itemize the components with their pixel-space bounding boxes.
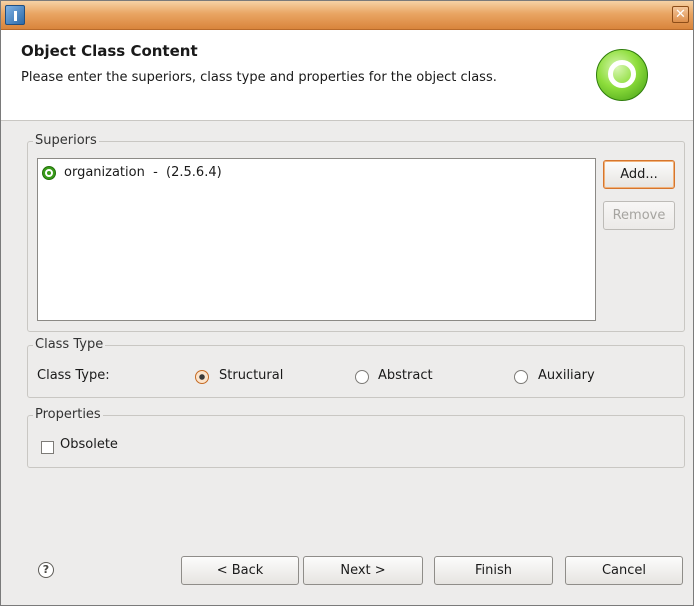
structural-label[interactable]: Structural xyxy=(219,368,283,383)
finish-button[interactable]: Finish xyxy=(434,556,553,585)
next-button[interactable]: Next > xyxy=(303,556,423,585)
help-icon[interactable]: ? xyxy=(38,562,54,578)
page-description: Please enter the superiors, class type a… xyxy=(21,70,497,85)
back-button[interactable]: < Back xyxy=(181,556,299,585)
app-icon xyxy=(5,5,25,25)
superior-label: organization - (2.5.6.4) xyxy=(64,165,222,180)
object-class-icon xyxy=(42,166,56,180)
remove-button[interactable]: Remove xyxy=(603,201,675,230)
cancel-button[interactable]: Cancel xyxy=(565,556,683,585)
object-class-banner-icon xyxy=(596,49,648,101)
structural-radio[interactable] xyxy=(195,370,209,384)
wizard-header: Object Class Content Please enter the su… xyxy=(1,30,693,121)
add-button[interactable]: Add... xyxy=(603,160,675,189)
page-title: Object Class Content xyxy=(21,42,198,60)
superiors-list[interactable]: organization - (2.5.6.4) xyxy=(37,158,596,321)
wizard-window: ✕ Object Class Content Please enter the … xyxy=(0,0,694,606)
abstract-radio[interactable] xyxy=(355,370,369,384)
auxiliary-radio[interactable] xyxy=(514,370,528,384)
obsolete-label[interactable]: Obsolete xyxy=(60,437,118,452)
properties-group-label: Properties xyxy=(33,407,103,422)
superiors-group-label: Superiors xyxy=(33,133,99,148)
abstract-label[interactable]: Abstract xyxy=(378,368,433,383)
class-type-group-label: Class Type xyxy=(33,337,106,352)
class-type-label: Class Type: xyxy=(37,368,110,383)
title-bar[interactable]: ✕ xyxy=(1,1,693,30)
properties-group: Properties xyxy=(27,407,685,468)
auxiliary-label[interactable]: Auxiliary xyxy=(538,368,595,383)
close-button[interactable]: ✕ xyxy=(672,6,689,23)
obsolete-checkbox[interactable] xyxy=(41,441,54,454)
